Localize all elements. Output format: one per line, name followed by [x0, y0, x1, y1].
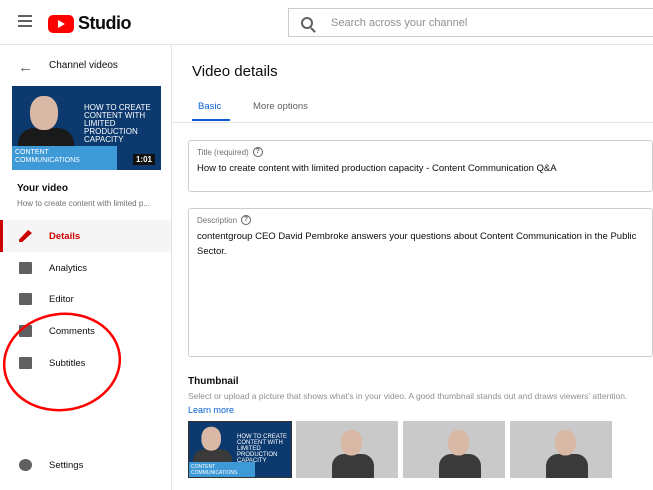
sidebar: ← Channel videos HOW TO CREATE CONTENT W… [0, 45, 172, 490]
sidebar-item-subtitles[interactable]: Subtitles [0, 347, 171, 379]
header: Studio Search across your channel [0, 0, 653, 45]
thumbnail-option-auto-2[interactable] [403, 421, 505, 478]
sidebar-item-details[interactable]: Details [0, 220, 171, 252]
sidebar-item-comments[interactable]: Comments [0, 315, 171, 347]
clapperboard-icon [19, 293, 32, 305]
thumbnail-description: Select or upload a picture that shows wh… [188, 391, 628, 401]
help-icon[interactable]: ? [241, 215, 252, 225]
your-video-heading: Your video [17, 183, 68, 194]
thumbnail-heading: Thumbnail [188, 376, 239, 387]
back-arrow-icon[interactable]: ← [18, 59, 33, 76]
help-icon[interactable]: ? [252, 147, 263, 157]
analytics-icon [19, 262, 32, 274]
title-field[interactable]: Title (required)? How to create content … [188, 140, 653, 192]
description-field[interactable]: Description? contentgroup CEO David Pemb… [188, 208, 653, 357]
menu-icon[interactable] [18, 15, 32, 30]
youtube-icon [48, 14, 74, 33]
duration-badge: 1:01 [132, 154, 155, 165]
thumbnail-option-auto-1[interactable] [296, 421, 398, 478]
search-icon [301, 16, 313, 29]
learn-more-link[interactable]: Learn more [188, 405, 234, 415]
search-input[interactable]: Search across your channel [288, 8, 653, 37]
sidebar-item-editor[interactable]: Editor [0, 283, 171, 315]
sidebar-item-analytics[interactable]: Analytics [0, 252, 171, 284]
your-video-title[interactable]: How to create content with limited p... [17, 199, 150, 208]
divider [172, 122, 653, 123]
sidebar-item-settings[interactable]: Settings [0, 449, 171, 481]
page-title: Video details [192, 63, 278, 80]
video-thumbnail[interactable]: HOW TO CREATE CONTENT WITH LIMITED PRODU… [12, 86, 161, 170]
subtitles-icon [19, 357, 32, 369]
pencil-icon [19, 230, 32, 242]
comment-icon [19, 325, 32, 337]
tab-more-options[interactable]: More options [253, 101, 308, 112]
tab-basic[interactable]: Basic [198, 101, 221, 112]
gear-icon [19, 459, 32, 471]
studio-logo[interactable]: Studio [48, 13, 132, 34]
thumbnail-option-auto-3[interactable] [510, 421, 612, 478]
main-content: Video details Basic More options Title (… [172, 45, 653, 490]
active-tab-indicator [192, 119, 230, 121]
thumbnail-option-custom[interactable]: HOW TO CREATE CONTENT WITH LIMITED PRODU… [188, 421, 292, 478]
back-label[interactable]: Channel videos [49, 60, 118, 71]
